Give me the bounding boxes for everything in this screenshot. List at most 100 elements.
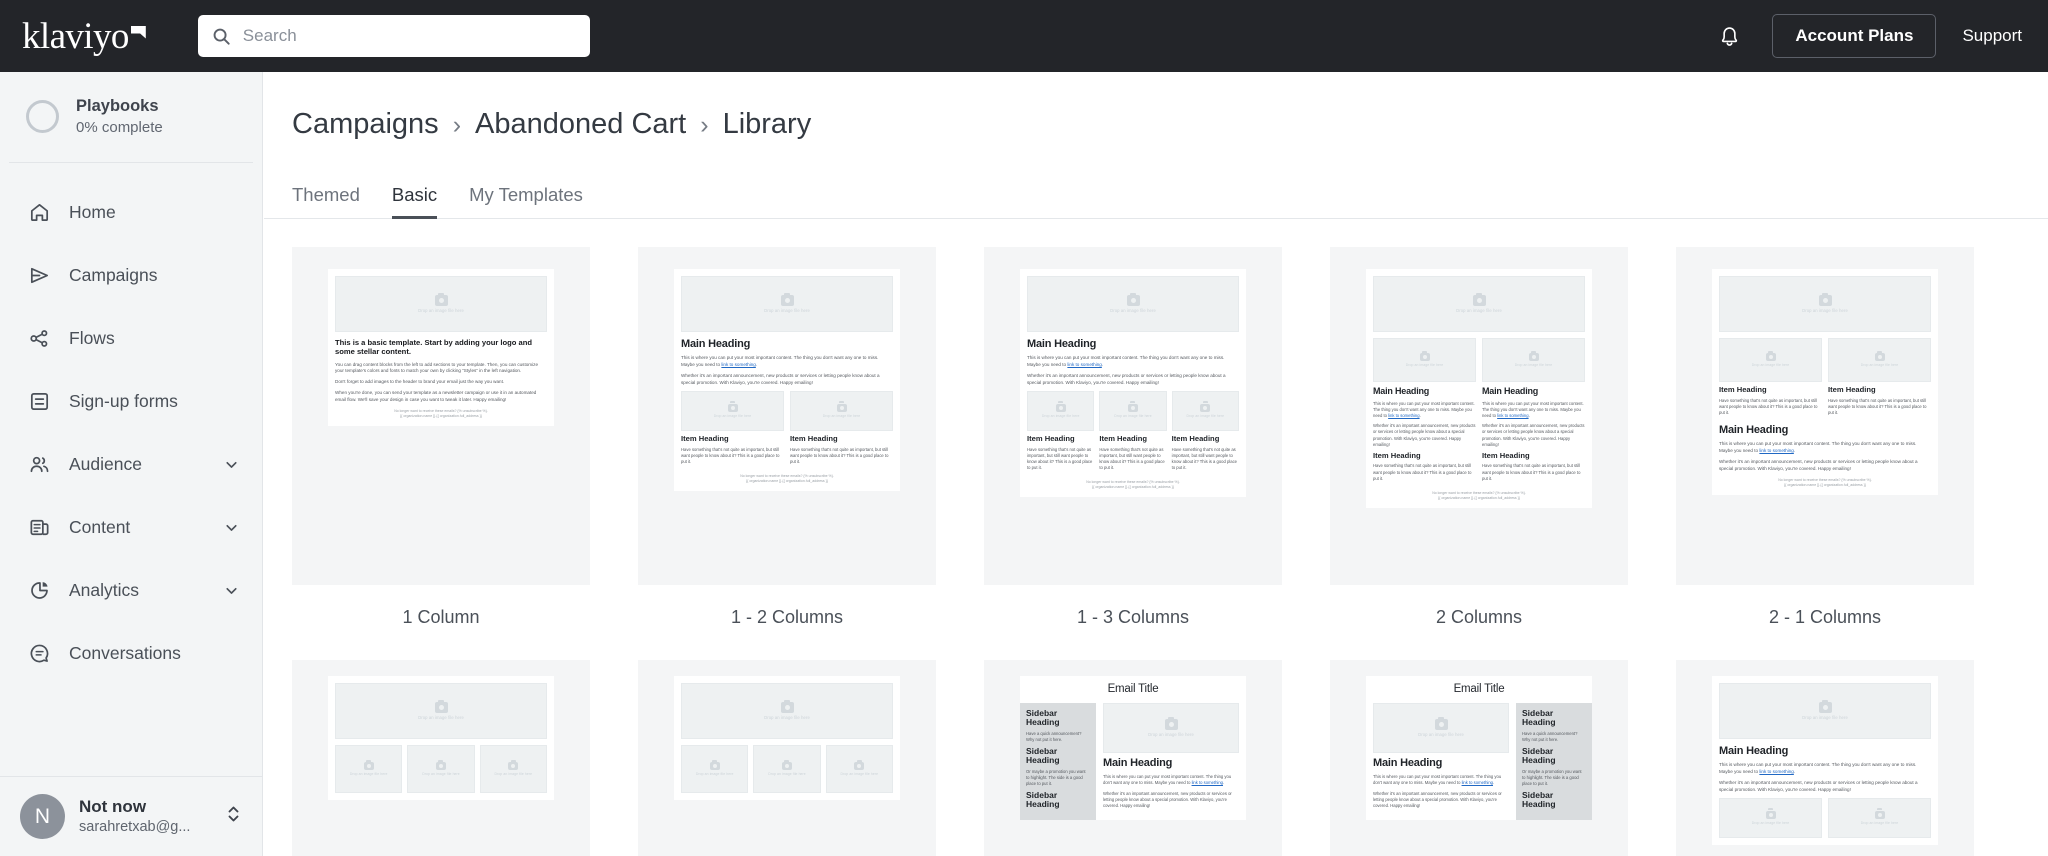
main-heading: Main Heading: [1482, 386, 1539, 396]
drop-image-label: Drop an image file here: [768, 772, 806, 776]
period: .: [1528, 413, 1530, 419]
main-paragraph-1: This is where you can put your most impo…: [1027, 355, 1239, 369]
sidebar-heading: Sidebar Heading: [1522, 789, 1556, 810]
link-to-something[interactable]: link to something: [721, 362, 755, 367]
camera-icon: [434, 292, 448, 306]
header-actions: Account Plans Support: [1712, 14, 2048, 58]
sidebar-item-label: Content: [69, 516, 131, 537]
email-preview: Drop an image file here Drop an image fi…: [674, 676, 900, 800]
column-item: Drop an image file here Item Heading Hav…: [681, 390, 784, 469]
camera-icon: [508, 759, 519, 770]
global-search[interactable]: [197, 15, 590, 57]
image-placeholder: Drop an image file here: [1171, 390, 1239, 431]
template-card: Drop an image file here Main Heading Thi…: [984, 247, 1282, 660]
tab-themed[interactable]: Themed: [292, 184, 376, 218]
image-placeholder: Drop an image file here: [681, 745, 749, 793]
left-sidebar: Playbooks 0% complete Home Campaigns Flo…: [0, 72, 263, 856]
column-item: Drop an image file here Item Heading Hav…: [1027, 390, 1095, 475]
sidebar-item-audience[interactable]: Audience: [0, 433, 262, 496]
email-footer: No longer want to receive these emails? …: [1373, 491, 1585, 502]
tab-basic[interactable]: Basic: [376, 184, 453, 219]
template-thumbnail-1-3-columns[interactable]: Drop an image file here Main Heading Thi…: [984, 247, 1282, 585]
template-thumbnail-2-1-columns[interactable]: Drop an image file here Drop an image fi…: [1676, 247, 1974, 585]
link-to-something[interactable]: link to something: [1067, 362, 1101, 367]
drop-image-label: Drop an image file here: [1148, 732, 1194, 737]
image-placeholder: Drop an image file here: [1482, 338, 1585, 382]
main-heading: Main Heading: [1027, 338, 1097, 350]
people-icon: [26, 451, 52, 477]
support-link[interactable]: Support: [1962, 26, 2022, 46]
template-grid: Drop an image file here This is a basic …: [264, 219, 2048, 856]
chevron-down-icon[interactable]: [223, 582, 240, 599]
pie-chart-icon: [26, 577, 52, 603]
drop-image-label: Drop an image file here: [1860, 820, 1899, 825]
sidebar-item-playbooks[interactable]: Playbooks 0% complete: [0, 72, 262, 162]
main-paragraph-1: This is where you can put your most impo…: [1373, 401, 1476, 419]
template-thumbnail-1-2-columns[interactable]: Drop an image file here Main Heading Thi…: [638, 247, 936, 585]
template-caption: 2 Columns: [1435, 607, 1523, 627]
sidebar-item-content[interactable]: Content: [0, 496, 262, 559]
sidebar-paragraph-1: Have a quick announcement? Why not put i…: [1522, 730, 1578, 742]
progress-ring-icon: [26, 100, 59, 134]
breadcrumb-item-abandoned-cart[interactable]: Abandoned Cart: [475, 108, 686, 141]
camera-icon: [1818, 699, 1832, 713]
sidebar-item-conversations[interactable]: Conversations: [0, 622, 262, 685]
link-to-something[interactable]: link to something: [1462, 780, 1493, 785]
template-thumbnail-right-sidebar[interactable]: Email Title Drop an image file here Main…: [1330, 660, 1628, 856]
drop-image-label: Drop an image file here: [713, 413, 752, 418]
link-to-something[interactable]: link to something: [1759, 769, 1793, 774]
template-card: Email Title Sidebar Heading Have a quick…: [984, 660, 1282, 856]
image-placeholder: Drop an image file here: [825, 745, 893, 793]
drop-image-label: Drop an image file here: [822, 413, 861, 418]
account-switcher[interactable]: N Not now sarahretxab@g...: [0, 776, 262, 856]
email-sidebar-column: Sidebar Heading Have a quick announcemen…: [1020, 703, 1096, 820]
template-thumbnail-images-b[interactable]: Drop an image file here Drop an image fi…: [638, 660, 936, 856]
chevron-down-icon[interactable]: [223, 519, 240, 536]
breadcrumb-item-campaigns[interactable]: Campaigns: [292, 108, 439, 141]
template-thumbnail-2-columns[interactable]: Drop an image file here Drop an image fi…: [1330, 247, 1628, 585]
klaviyo-logo[interactable]: klaviyo: [22, 18, 146, 55]
sidebar-item-label: Sign-up forms: [69, 390, 178, 411]
main-paragraph-1: This is where you can put your most impo…: [1719, 762, 1931, 776]
item-paragraph: Have something that's not quite as impor…: [1482, 463, 1581, 481]
camera-icon: [1419, 350, 1430, 361]
image-placeholder: Drop an image file here: [753, 745, 821, 793]
playbooks-title: Playbooks: [76, 97, 159, 115]
sidebar-item-flows[interactable]: Flows: [0, 307, 262, 370]
email-footer: No longer want to receive these emails? …: [1719, 478, 1931, 489]
chevron-down-icon[interactable]: [223, 456, 240, 473]
search-input[interactable]: [242, 26, 576, 46]
account-name: Not now: [79, 796, 147, 816]
sidebar-heading: Sidebar Heading: [1026, 745, 1060, 766]
template-thumbnail-1-2-columns-b[interactable]: Drop an image file here Main Heading Thi…: [1676, 660, 1974, 856]
account-plans-button[interactable]: Account Plans: [1772, 14, 1937, 58]
link-to-something[interactable]: link to something: [1759, 448, 1793, 453]
sidebar-item-home[interactable]: Home: [0, 181, 262, 244]
notifications-button[interactable]: [1712, 19, 1746, 53]
sidebar-item-campaigns[interactable]: Campaigns: [0, 244, 262, 307]
template-thumbnail-images-a[interactable]: Drop an image file here Drop an image fi…: [292, 660, 590, 856]
period: .: [1223, 780, 1225, 786]
link-to-something[interactable]: link to something: [1388, 413, 1419, 418]
drop-image-label: Drop an image file here: [1110, 308, 1156, 313]
basic-paragraph-1: You can drag content blocks from the lef…: [335, 361, 539, 374]
camera-icon: [1818, 292, 1832, 306]
link-to-something[interactable]: link to something: [1497, 413, 1528, 418]
template-thumbnail-left-sidebar[interactable]: Email Title Sidebar Heading Have a quick…: [984, 660, 1282, 856]
camera-icon: [1126, 292, 1140, 306]
chevron-up-down-icon[interactable]: [217, 803, 242, 830]
drop-image-label: Drop an image file here: [1405, 363, 1444, 367]
search-icon: [213, 28, 230, 45]
period: .: [1793, 448, 1796, 454]
tab-my-templates[interactable]: My Templates: [453, 184, 599, 218]
sidebar-nav: Home Campaigns Flows Sign-up forms Audie…: [0, 163, 262, 685]
sidebar-item-analytics[interactable]: Analytics: [0, 559, 262, 622]
link-to-something[interactable]: link to something: [1192, 780, 1223, 785]
template-thumbnail-1-column[interactable]: Drop an image file here This is a basic …: [292, 247, 590, 585]
item-paragraph: Have something that's not quite as impor…: [1027, 446, 1093, 470]
top-header-bar: klaviyo Account Plans Support: [0, 0, 2048, 72]
drop-image-label: Drop an image file here: [1114, 413, 1152, 418]
item-heading: Item Heading: [681, 433, 729, 443]
sidebar-item-signup-forms[interactable]: Sign-up forms: [0, 370, 262, 433]
